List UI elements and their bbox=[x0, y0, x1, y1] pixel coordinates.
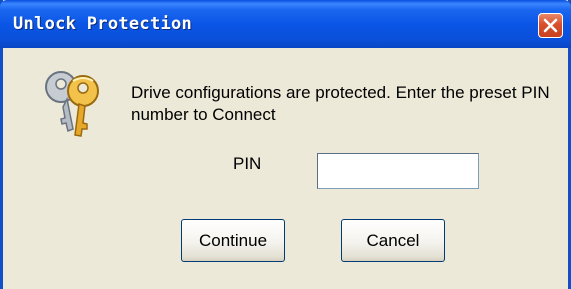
close-icon bbox=[543, 18, 558, 33]
pin-label: PIN bbox=[233, 154, 262, 173]
title-bar[interactable]: Unlock Protection bbox=[0, 0, 571, 48]
unlock-protection-dialog: Unlock Protection Drive configurations a… bbox=[0, 0, 571, 289]
close-button[interactable] bbox=[538, 13, 563, 38]
keys-icon bbox=[45, 71, 99, 137]
protection-message: Drive configurations are protected. Ente… bbox=[131, 83, 550, 124]
pin-input[interactable] bbox=[317, 153, 479, 189]
window-title: Unlock Protection bbox=[13, 14, 193, 34]
continue-button[interactable]: Continue bbox=[181, 219, 285, 262]
cancel-button[interactable]: Cancel bbox=[341, 219, 445, 262]
